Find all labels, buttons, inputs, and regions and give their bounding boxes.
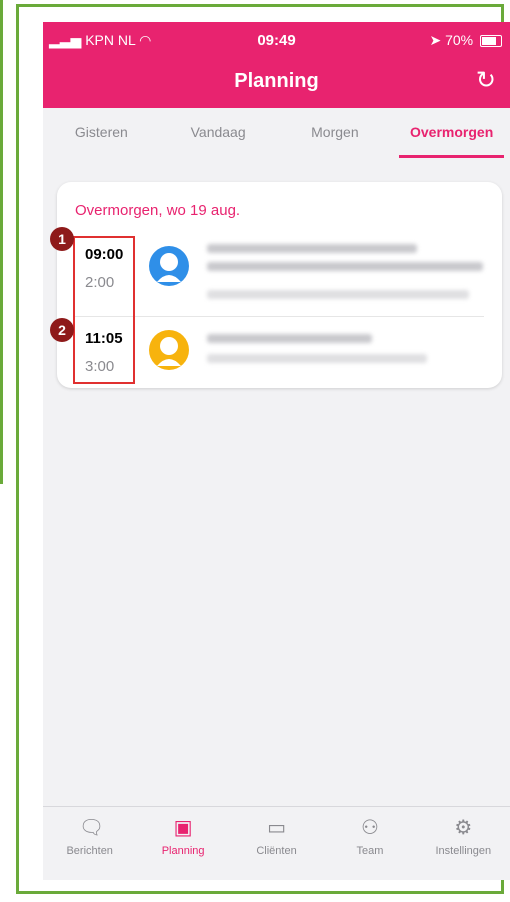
phone-screen: ▂▃▅ KPN NL ◠ 09:49 ➤ 70% Planning ↻ Gist… [43,22,510,880]
blurred-name [207,334,372,343]
annotation-marker-1: 1 [50,227,74,251]
gear-icon: ⚙ [454,817,473,839]
refresh-icon[interactable]: ↻ [476,66,496,95]
person-male-icon [149,330,189,370]
blurred-detail [207,354,427,363]
team-icon: ⚇ [360,817,379,839]
tab-overmorgen[interactable]: Overmorgen [393,108,510,160]
date-heading: Overmorgen, wo 19 aug. [75,202,241,219]
tab-gisteren[interactable]: Gisteren [43,108,160,160]
tab-morgen[interactable]: Morgen [277,108,394,160]
nav-clienten[interactable]: ▭ Cliënten [230,807,323,880]
blurred-detail [207,290,469,299]
battery-icon [480,35,502,48]
page-title: Planning [234,70,319,92]
calendar-icon: ▣ [173,817,193,839]
blurred-address [207,262,483,271]
highlight-box [73,236,135,384]
chat-icon: 🗨 [78,817,105,839]
annotation-marker-2: 2 [50,318,74,342]
id-card-icon: ▭ [267,817,286,839]
location-icon: ➤ [429,32,446,48]
status-bar: ▂▃▅ KPN NL ◠ 09:49 ➤ 70% [43,30,510,50]
row-divider [75,316,484,317]
tab-vandaag[interactable]: Vandaag [160,108,277,160]
nav-planning[interactable]: ▣ Planning [136,807,229,880]
battery-percentage: 70% [445,32,474,48]
green-left-line [0,0,3,484]
nav-instellingen[interactable]: ⚙ Instellingen [417,807,510,880]
blurred-name [207,244,417,253]
bottom-navigation: 🗨 Berichten ▣ Planning ▭ Cliënten ⚇ Team… [43,806,510,880]
nav-team[interactable]: ⚇ Team [323,807,416,880]
person-female-icon [149,246,189,286]
day-tabs: Gisteren Vandaag Morgen Overmorgen [43,108,510,160]
nav-berichten[interactable]: 🗨 Berichten [43,807,136,880]
app-header: ▂▃▅ KPN NL ◠ 09:49 ➤ 70% Planning ↻ [43,22,510,108]
